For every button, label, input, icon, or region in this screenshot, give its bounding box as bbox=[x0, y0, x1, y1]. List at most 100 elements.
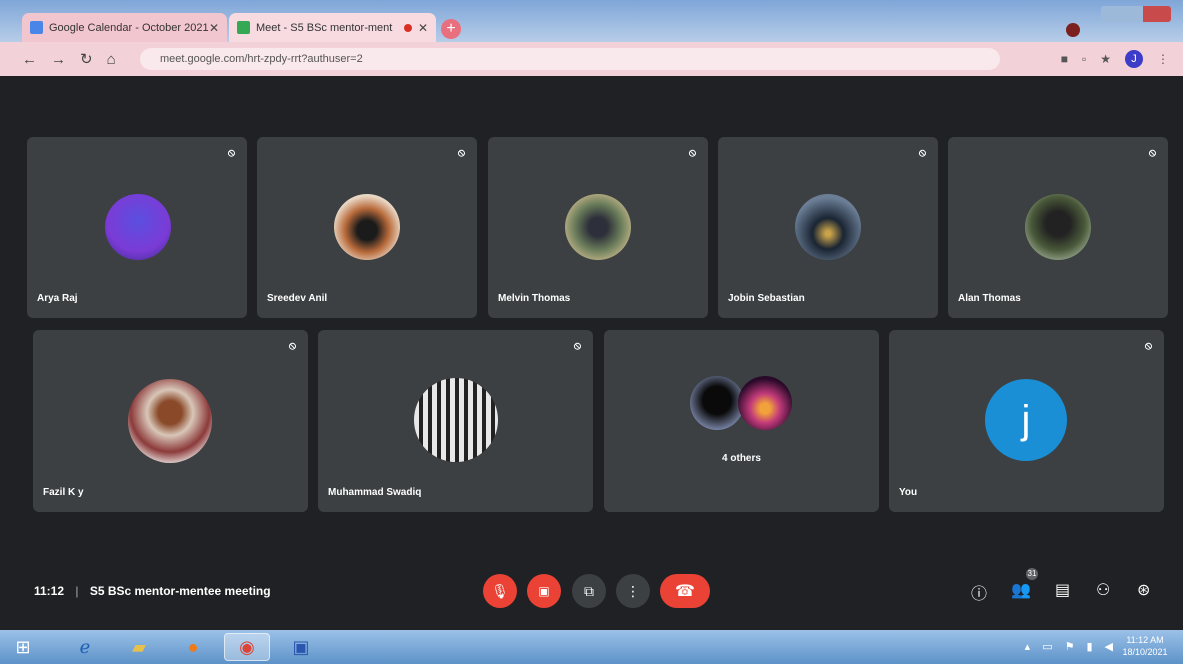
end-call-button[interactable]: ☎ bbox=[660, 574, 710, 608]
taskbar-media[interactable]: ● bbox=[170, 633, 216, 661]
browser-toolbar: ← → ↻ ⌂ meet.google.com/hrt-zpdy-rrt?aut… bbox=[0, 42, 1183, 76]
participant-name: Arya Raj bbox=[37, 293, 78, 304]
activities-icon[interactable]: ⚇ bbox=[1096, 580, 1110, 600]
profile-avatar[interactable]: J bbox=[1125, 50, 1143, 68]
volume-icon[interactable]: ◀ bbox=[1105, 640, 1113, 653]
menu-icon[interactable]: ⋮ bbox=[1157, 52, 1169, 66]
app-icon: ▣ bbox=[292, 636, 310, 657]
camera-permission-icon[interactable]: ■ bbox=[1061, 52, 1068, 66]
toolbar-actions: ■ ▫ ★ J ⋮ bbox=[1061, 50, 1169, 68]
participant-name: Melvin Thomas bbox=[498, 293, 571, 304]
participant-name: Sreedev Anil bbox=[267, 293, 328, 304]
tab-title: Meet - S5 BSc mentor-ment bbox=[256, 21, 393, 34]
participant-name: Alan Thomas bbox=[958, 293, 1021, 304]
taskbar-clock[interactable]: 11:12 AM 18/10/2021 bbox=[1117, 634, 1173, 658]
chat-icon[interactable]: ▤ bbox=[1055, 580, 1070, 600]
recording-dot-icon bbox=[403, 23, 412, 32]
tab-google-calendar[interactable]: Google Calendar - October 2021 ✕ bbox=[22, 13, 227, 42]
avatar bbox=[795, 194, 861, 260]
participant-tile[interactable]: 4 others bbox=[604, 330, 879, 512]
participant-tile[interactable]: ⦸ Alan Thomas bbox=[948, 137, 1168, 318]
tab-meet[interactable]: Meet - S5 BSc mentor-ment ✕ bbox=[229, 13, 436, 42]
reload-icon[interactable]: ↻ bbox=[80, 50, 93, 68]
participant-tile[interactable]: ⦸ Melvin Thomas bbox=[488, 137, 708, 318]
mic-off-icon: ⦸ bbox=[918, 147, 926, 159]
present-button[interactable]: ⧉ bbox=[572, 574, 606, 608]
separator: | bbox=[75, 584, 79, 598]
present-icon: ⧉ bbox=[584, 582, 594, 599]
avatar bbox=[738, 376, 792, 430]
folder-icon: ▰ bbox=[132, 636, 146, 657]
forward-icon[interactable]: → bbox=[51, 51, 66, 68]
mic-off-icon: 🎙 bbox=[491, 582, 509, 599]
show-hidden-icon[interactable]: ▴ bbox=[1025, 640, 1031, 653]
camera-off-icon: ▣ bbox=[538, 584, 550, 598]
mic-off-icon: ⦸ bbox=[457, 147, 465, 159]
meet-icon bbox=[237, 21, 250, 34]
network-icon[interactable]: ▭ bbox=[1042, 640, 1052, 653]
mic-off-icon: ⦸ bbox=[288, 340, 296, 352]
chrome-icon: ◉ bbox=[239, 636, 255, 657]
browser-profile-icon[interactable] bbox=[1066, 23, 1080, 37]
info-icon[interactable]: ⓘ bbox=[971, 580, 987, 604]
extension-icon[interactable]: ▫ bbox=[1082, 52, 1086, 66]
host-controls-icon[interactable]: ⊛ bbox=[1137, 580, 1150, 600]
avatar: j bbox=[985, 379, 1067, 461]
taskbar-chrome[interactable]: ◉ bbox=[224, 633, 270, 661]
people-icon[interactable]: 👥 bbox=[1011, 580, 1031, 600]
participant-name: Muhammad Swadiq bbox=[328, 487, 422, 498]
others-count-label: 4 others bbox=[722, 453, 761, 464]
mic-off-icon: ⦸ bbox=[227, 147, 235, 159]
avatar bbox=[414, 378, 498, 462]
browser-tab-bar: Google Calendar - October 2021 ✕ Meet - … bbox=[0, 0, 1183, 42]
mic-off-icon: ⦸ bbox=[1148, 147, 1156, 159]
mic-toggle-button[interactable]: 🎙 bbox=[483, 574, 517, 608]
url-text: meet.google.com/hrt-zpdy-rrt?authuser=2 bbox=[160, 53, 363, 65]
address-bar[interactable]: meet.google.com/hrt-zpdy-rrt?authuser=2 bbox=[140, 48, 1000, 70]
more-options-button[interactable]: ⋮ bbox=[616, 574, 650, 608]
participant-name: Jobin Sebastian bbox=[728, 293, 805, 304]
taskbar-explorer[interactable]: ▰ bbox=[116, 633, 162, 661]
calendar-icon bbox=[30, 21, 43, 34]
camera-toggle-button[interactable]: ▣ bbox=[527, 574, 561, 608]
back-icon[interactable]: ← bbox=[22, 51, 37, 68]
power-icon[interactable]: ▮ bbox=[1086, 640, 1092, 653]
meeting-title: S5 BSc mentor-mentee meeting bbox=[89, 584, 271, 598]
participant-tile[interactable]: ⦸ Fazil K y bbox=[33, 330, 308, 512]
media-player-icon: ● bbox=[187, 636, 199, 657]
new-tab-button[interactable]: + bbox=[441, 19, 461, 39]
bookmark-star-icon[interactable]: ★ bbox=[1100, 52, 1111, 66]
mic-off-icon: ⦸ bbox=[573, 340, 581, 352]
people-count-badge: 31 bbox=[1026, 568, 1038, 580]
start-button[interactable]: ⊞ bbox=[6, 633, 40, 661]
more-vert-icon: ⋮ bbox=[626, 582, 640, 599]
participant-name: Fazil K y bbox=[43, 487, 84, 498]
end-call-icon: ☎ bbox=[675, 583, 695, 600]
internet-explorer-icon: ℯ bbox=[79, 636, 91, 657]
participant-name: You bbox=[899, 487, 918, 498]
meeting-time: 11:12 bbox=[34, 584, 65, 598]
close-tab-icon[interactable]: ✕ bbox=[209, 21, 219, 35]
avatar bbox=[690, 376, 744, 430]
home-icon[interactable]: ⌂ bbox=[107, 51, 116, 68]
window-controls[interactable] bbox=[1101, 6, 1171, 22]
taskbar-ie[interactable]: ℯ bbox=[62, 633, 108, 661]
windows-taskbar: ⊞ ℯ ▰ ● ◉ ▣ ▴ ▭ ⚑ ▮ ◀ 11:12 AM 18/10/202… bbox=[0, 630, 1183, 664]
flag-icon[interactable]: ⚑ bbox=[1065, 640, 1075, 653]
avatar bbox=[128, 379, 212, 463]
participant-tile[interactable]: ⦸ Jobin Sebastian bbox=[718, 137, 938, 318]
participant-tile[interactable]: ⦸ Arya Raj bbox=[27, 137, 247, 318]
participant-tile[interactable]: ⦸ Muhammad Swadiq bbox=[318, 330, 593, 512]
avatar bbox=[105, 194, 171, 260]
windows-logo-icon: ⊞ bbox=[15, 636, 31, 657]
tab-title: Google Calendar - October 2021 bbox=[49, 21, 209, 34]
avatar bbox=[334, 194, 400, 260]
avatar bbox=[1025, 194, 1091, 260]
system-tray: ▴ ▭ ⚑ ▮ ◀ bbox=[1025, 640, 1113, 653]
participant-tile[interactable]: ⦸ Sreedev Anil bbox=[257, 137, 477, 318]
participant-tile-self[interactable]: ⦸ j You bbox=[889, 330, 1164, 512]
close-tab-icon[interactable]: ✕ bbox=[418, 21, 428, 35]
taskbar-app[interactable]: ▣ bbox=[278, 633, 324, 661]
avatar bbox=[565, 194, 631, 260]
clock-date: 18/10/2021 bbox=[1122, 647, 1168, 657]
